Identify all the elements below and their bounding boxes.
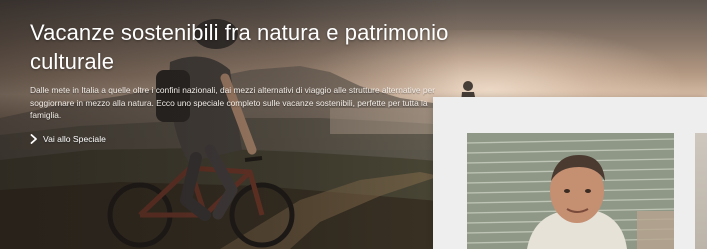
vai-allo-speciale-link[interactable]: Vai allo Speciale xyxy=(30,134,106,144)
hero-text-block: Vacanze sostenibili fra natura e patrimo… xyxy=(30,18,450,148)
vai-allo-speciale-label: Vai allo Speciale xyxy=(43,133,106,144)
chevron-right-icon xyxy=(30,133,37,144)
article-card-image[interactable] xyxy=(467,133,674,249)
hero-description: Dalle mete in Italia a quelle oltre i co… xyxy=(30,85,436,120)
next-card-preview[interactable] xyxy=(695,133,707,249)
hero-title: Vacanze sostenibili fra natura e patrimo… xyxy=(30,20,449,74)
portrait-photo xyxy=(467,133,674,249)
content-panel xyxy=(433,97,707,249)
